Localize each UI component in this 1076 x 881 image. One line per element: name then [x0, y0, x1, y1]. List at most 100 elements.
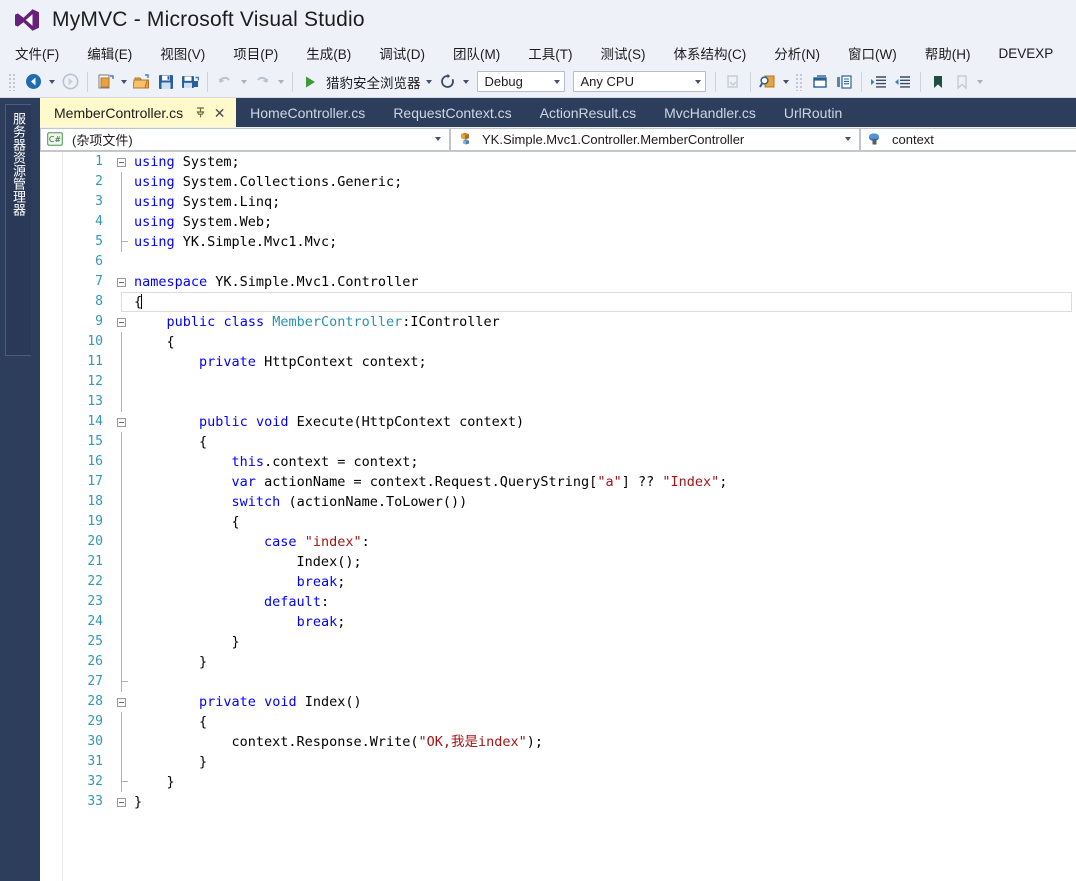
toolbar-grip-2[interactable]: [794, 72, 804, 91]
find-dropdown[interactable]: [780, 70, 793, 94]
menu-item-tools[interactable]: 工具(T): [527, 41, 573, 65]
code-line[interactable]: 26 }: [63, 652, 1076, 672]
code-line[interactable]: 30 context.Response.Write("OK,我是index");: [63, 732, 1076, 752]
code-line[interactable]: 3 using System.Linq;: [63, 192, 1076, 212]
redo-icon[interactable]: [250, 70, 274, 94]
fold-toggle-icon[interactable]: [112, 412, 130, 432]
code-line[interactable]: 20 case "index":: [63, 532, 1076, 552]
start-debug-target-label[interactable]: 猎豹安全浏览器: [326, 72, 421, 92]
start-debug-dropdown[interactable]: [423, 70, 436, 94]
code-line[interactable]: 19 {: [63, 512, 1076, 532]
code-editor[interactable]: 1 using System; 2 using System.Collections.…: [40, 152, 1076, 881]
code-line[interactable]: 11 private HttpContext context;: [63, 352, 1076, 372]
solution-platform-combo[interactable]: Any CPU: [572, 71, 706, 92]
chevron-down-icon-2[interactable]: [845, 137, 851, 141]
fold-toggle-icon[interactable]: [112, 152, 130, 172]
menu-item-view[interactable]: 视图(V): [159, 41, 206, 65]
menu-item-edit[interactable]: 编辑(E): [86, 41, 133, 65]
menu-item-project[interactable]: 项目(P): [232, 41, 279, 65]
code-line[interactable]: 13: [63, 392, 1076, 412]
tab-requestcontext[interactable]: RequestContext.cs: [379, 98, 525, 127]
navigate-back-dropdown[interactable]: [45, 70, 58, 94]
code-line[interactable]: 31 }: [63, 752, 1076, 772]
menu-item-architecture[interactable]: 体系结构(C): [673, 41, 748, 65]
open-folder-icon[interactable]: [130, 70, 154, 94]
fold-toggle-icon[interactable]: [112, 312, 130, 332]
code-line[interactable]: 25 }: [63, 632, 1076, 652]
code-line[interactable]: 28 private void Index(): [63, 692, 1076, 712]
code-line[interactable]: 6: [63, 252, 1076, 272]
menu-item-help[interactable]: 帮助(H): [924, 41, 972, 65]
refresh-icon[interactable]: [436, 70, 460, 94]
menu-item-test[interactable]: 测试(S): [600, 41, 647, 65]
step-into-icon[interactable]: [721, 70, 745, 94]
code-line[interactable]: 8{: [63, 292, 1076, 312]
save-icon[interactable]: [154, 70, 178, 94]
menu-item-devexpress[interactable]: DEVEXP: [997, 44, 1054, 63]
bookmark-dropdown[interactable]: [974, 70, 987, 94]
solution-configuration-combo[interactable]: Debug: [476, 71, 565, 92]
code-text-area[interactable]: 1 using System; 2 using System.Collections.…: [63, 152, 1076, 881]
tab-homecontroller[interactable]: HomeController.cs: [236, 98, 379, 127]
fold-toggle-icon[interactable]: [112, 692, 130, 712]
refresh-dropdown[interactable]: [460, 70, 473, 94]
navigate-back-button[interactable]: [21, 70, 45, 94]
decrease-indent-icon[interactable]: [891, 70, 915, 94]
save-all-icon[interactable]: [178, 70, 202, 94]
pin-icon[interactable]: [193, 105, 208, 120]
new-window-icon[interactable]: [808, 70, 832, 94]
code-line[interactable]: 16 this.context = context;: [63, 452, 1076, 472]
type-selector-combo[interactable]: YK.Simple.Mvc1.Controller.MemberControll…: [450, 127, 860, 151]
menu-item-window[interactable]: 窗口(W): [847, 41, 898, 65]
new-project-dropdown[interactable]: [117, 70, 130, 94]
code-line[interactable]: 1 using System;: [63, 152, 1076, 172]
code-line[interactable]: 17 var actionName = context.Request.Quer…: [63, 472, 1076, 492]
tab-actionresult[interactable]: ActionResult.cs: [526, 98, 650, 127]
bookmark-icon[interactable]: [926, 70, 950, 94]
code-line[interactable]: 32 }: [63, 772, 1076, 792]
fold-toggle-icon[interactable]: [112, 272, 130, 292]
code-line[interactable]: 4 using System.Web;: [63, 212, 1076, 232]
menu-item-debug[interactable]: 调试(D): [378, 41, 426, 65]
code-line[interactable]: 14 public void Execute(HttpContext conte…: [63, 412, 1076, 432]
code-line[interactable]: 29 {: [63, 712, 1076, 732]
menu-item-analyze[interactable]: 分析(N): [773, 41, 821, 65]
project-selector-combo[interactable]: C# (杂项文件): [40, 127, 450, 151]
fold-toggle-icon[interactable]: [112, 792, 130, 812]
tab-membercontroller[interactable]: MemberController.cs ✕: [40, 98, 237, 127]
toolbar-grip[interactable]: [8, 72, 17, 91]
tab-urlrouting[interactable]: UrlRoutin: [770, 98, 856, 127]
sidebar-item-server-explorer[interactable]: 服务器资源管理器: [5, 104, 31, 356]
new-project-icon[interactable]: [93, 70, 117, 94]
code-line[interactable]: 18 switch (actionName.ToLower()): [63, 492, 1076, 512]
code-line[interactable]: 2 using System.Collections.Generic;: [63, 172, 1076, 192]
menu-item-team[interactable]: 团队(M): [452, 41, 501, 65]
code-line[interactable]: 33}: [63, 792, 1076, 812]
code-line[interactable]: 24 break;: [63, 612, 1076, 632]
code-line[interactable]: 23 default:: [63, 592, 1076, 612]
menu-item-file[interactable]: 文件(F): [14, 41, 60, 65]
menu-item-build[interactable]: 生成(B): [305, 41, 352, 65]
code-line[interactable]: 21 Index();: [63, 552, 1076, 572]
code-line[interactable]: 9 public class MemberController:IControl…: [63, 312, 1076, 332]
code-line[interactable]: 22 break;: [63, 572, 1076, 592]
find-in-files-icon[interactable]: [756, 70, 780, 94]
code-line[interactable]: 7 namespace YK.Simple.Mvc1.Controller: [63, 272, 1076, 292]
chevron-down-icon[interactable]: [435, 137, 441, 141]
next-bookmark-icon[interactable]: [950, 70, 974, 94]
undo-icon[interactable]: [213, 70, 237, 94]
tab-mvchandler[interactable]: MvcHandler.cs: [650, 98, 770, 127]
comment-selection-icon[interactable]: [832, 70, 856, 94]
navigate-forward-button[interactable]: [58, 70, 82, 94]
increase-indent-icon[interactable]: [867, 70, 891, 94]
code-line[interactable]: 12: [63, 372, 1076, 392]
start-debug-play-icon[interactable]: [298, 70, 322, 94]
code-line[interactable]: 27: [63, 672, 1076, 692]
member-selector-combo[interactable]: context: [860, 127, 1076, 151]
undo-dropdown[interactable]: [237, 70, 250, 94]
code-line[interactable]: 15 {: [63, 432, 1076, 452]
close-icon[interactable]: ✕: [211, 104, 228, 121]
code-line[interactable]: 5 using YK.Simple.Mvc1.Mvc;: [63, 232, 1076, 252]
code-line[interactable]: 10 {: [63, 332, 1076, 352]
redo-dropdown[interactable]: [274, 70, 287, 94]
